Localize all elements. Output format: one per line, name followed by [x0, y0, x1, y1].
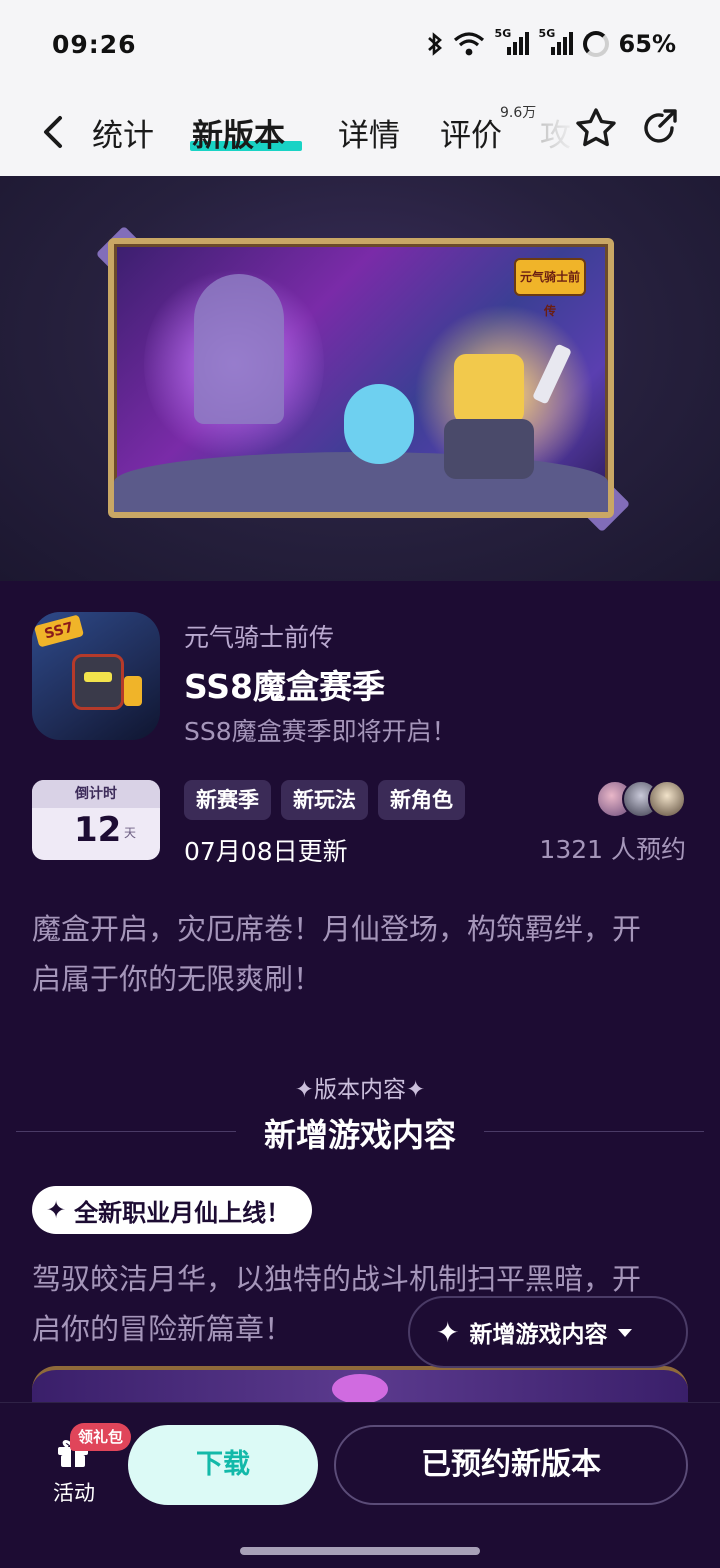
knight-body: [444, 419, 534, 479]
game-name[interactable]: 元气骑士前传: [184, 618, 334, 654]
banner-artwork: 元气骑士前传: [108, 238, 614, 518]
section-jump-button[interactable]: ✦ 新增游戏内容: [408, 1296, 688, 1368]
tag-new-character: 新角色: [378, 780, 465, 820]
villain-character: [194, 274, 284, 424]
tab-details[interactable]: 详情: [338, 110, 400, 155]
section-kicker: ✦版本内容✦: [294, 1077, 426, 1103]
feature-pill: ✦ 全新职业月仙上线！: [32, 1186, 313, 1234]
version-description: 魔盒开启，灾厄席卷！月仙登场，构筑羁绊，开启属于你的无限爽刷！: [32, 912, 642, 996]
share-icon[interactable]: [638, 106, 682, 150]
avatar: [648, 780, 686, 818]
status-icons: 5G 5G 65%: [427, 27, 676, 58]
caret-down-icon: [617, 1319, 633, 1345]
sparkle-icon: ✦: [46, 1196, 67, 1224]
star-icon[interactable]: [574, 106, 618, 150]
countdown-value: 12: [74, 810, 122, 850]
countdown-label: 倒计时: [32, 780, 160, 808]
version-banner[interactable]: 元气骑士前传: [0, 176, 720, 581]
bluetooth-icon: [427, 31, 443, 57]
update-date: 07月08日更新: [184, 837, 348, 866]
version-title: SS8魔盒赛季: [184, 667, 386, 706]
game-logo: 元气骑士前传: [514, 258, 586, 318]
divider: [484, 1131, 704, 1132]
app-icon[interactable]: SS7: [32, 612, 160, 740]
section-jump-label: 新增游戏内容: [469, 1322, 608, 1348]
wifi-icon: [453, 31, 485, 57]
tab-reviews[interactable]: 评价: [440, 110, 502, 155]
status-bar: 09:26 5G 5G 65%: [0, 0, 720, 92]
download-button[interactable]: 下载: [128, 1425, 318, 1505]
moon-fairy-character: [344, 384, 414, 464]
feature-image[interactable]: [32, 1366, 688, 1402]
signal-icon-1: 5G: [495, 27, 529, 57]
sparkle-icon: ✦: [406, 1077, 426, 1103]
status-time: 09:26: [52, 30, 137, 59]
nav-bar: 统计 新版本 详情 评价 9.6万 攻: [0, 92, 720, 176]
gift-badge[interactable]: 领礼包: [70, 1423, 132, 1451]
activity-label: 活动: [53, 1481, 95, 1505]
reserve-count: 1321 人预约: [539, 835, 686, 864]
tab-stats[interactable]: 统计: [92, 110, 154, 155]
eye-ornament: [332, 1374, 388, 1402]
bottom-action-bar: 活动 领礼包 下载 已预约新版本: [0, 1402, 720, 1568]
reserved-new-version-button[interactable]: 已预约新版本: [334, 1425, 688, 1505]
tag-new-gameplay: 新玩法: [281, 780, 368, 820]
feature-pill-label: 全新职业月仙上线！: [74, 1198, 291, 1227]
reserver-avatars[interactable]: [596, 780, 688, 818]
hourglass-icon: [124, 676, 142, 706]
version-subtitle: SS8魔盒赛季即将开启！: [184, 717, 457, 746]
battery-level: 65%: [618, 30, 676, 58]
home-indicator[interactable]: [240, 1547, 480, 1555]
section-title: 新增游戏内容: [263, 1116, 456, 1154]
back-icon[interactable]: [40, 112, 66, 152]
sparkle-icon: ✦: [436, 1315, 460, 1349]
knight-head: [454, 354, 524, 424]
countdown-unit: 天: [124, 826, 137, 840]
countdown-card: 倒计时 12 天: [32, 780, 160, 860]
version-tags: 新赛季 新玩法 新角色: [184, 780, 465, 820]
season-badge: SS7: [33, 614, 85, 648]
signal-icon-2: 5G: [539, 27, 573, 57]
tag-new-season: 新赛季: [184, 780, 271, 820]
battery-icon: [582, 31, 609, 57]
tab-new-version[interactable]: 新版本: [192, 110, 285, 155]
sparkle-icon: ✦: [294, 1077, 314, 1103]
